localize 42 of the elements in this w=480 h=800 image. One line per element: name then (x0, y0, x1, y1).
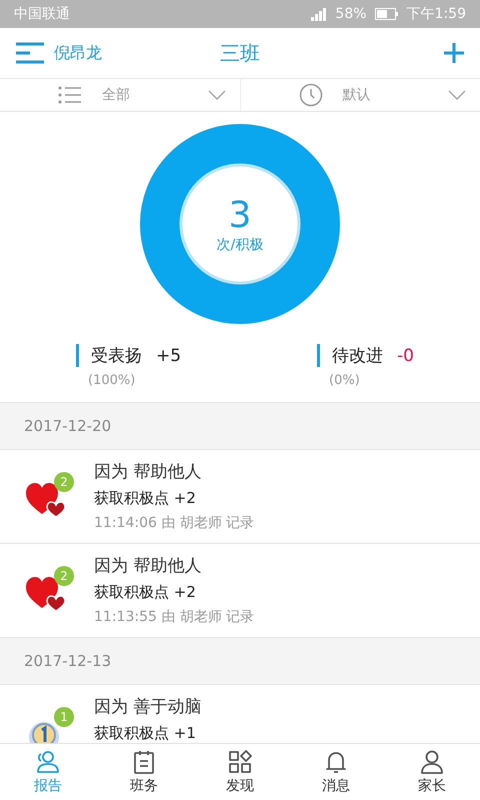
grid-icon (227, 749, 253, 775)
stat-value: +5 (156, 346, 182, 366)
count-unit: 次/积极 (216, 236, 264, 254)
clock-icon (298, 83, 322, 107)
carrier-name: 中国联通 (14, 5, 70, 23)
record-meta: 11:14:06 由 胡老师 记录 (94, 514, 254, 532)
record-meta: 11:13:55 由 胡老师 记录 (94, 608, 254, 626)
nav-tab[interactable]: 消息 (288, 744, 384, 800)
date-header: 2017-12-13 (0, 638, 480, 685)
nav-tab[interactable]: 发现 (192, 744, 288, 800)
clock-time: 下午1:59 (406, 5, 466, 23)
battery-icon (374, 8, 399, 20)
calendar-icon (131, 749, 157, 775)
menu-icon[interactable] (16, 42, 44, 64)
add-icon[interactable] (444, 43, 464, 63)
date-header: 2017-12-20 (0, 403, 480, 450)
count-badge: 2 (54, 566, 74, 586)
bell-icon (323, 749, 349, 775)
record-reason: 因为 善于动脑 (94, 696, 202, 718)
count-badge: 1 (54, 707, 74, 727)
battery-percent: 58% (335, 6, 367, 22)
count-value: 3 (228, 194, 252, 236)
record-reason: 因为 帮助他人 (94, 461, 202, 483)
class-title: 三班 (220, 40, 260, 66)
record-reason: 因为 帮助他人 (94, 555, 202, 577)
record-points: 获取积极点 +2 (94, 489, 197, 508)
person-icon (419, 749, 445, 775)
stat-value: -0 (397, 346, 414, 366)
nav-tab[interactable]: 家长 (384, 744, 480, 800)
nav-tab[interactable]: 班务 (96, 744, 192, 800)
record-points: 获取积极点 +2 (94, 583, 197, 602)
chevron-down-icon (448, 90, 466, 100)
stat-label: 待改进 (332, 345, 383, 367)
stat-percent: (0%) (328, 373, 361, 388)
chevron-down-icon (208, 90, 226, 100)
stat-label: 受表扬 (91, 345, 142, 367)
record-item[interactable]: 2 因为 帮助他人 获取积极点 +2 11:14:06 由 胡老师 记录 (0, 450, 480, 544)
record-points: 获取积极点 +1 (94, 724, 197, 743)
stat-percent: (100%) (87, 373, 136, 388)
list-icon (58, 86, 82, 104)
count-badge: 2 (54, 472, 74, 492)
people-icon (35, 749, 61, 775)
